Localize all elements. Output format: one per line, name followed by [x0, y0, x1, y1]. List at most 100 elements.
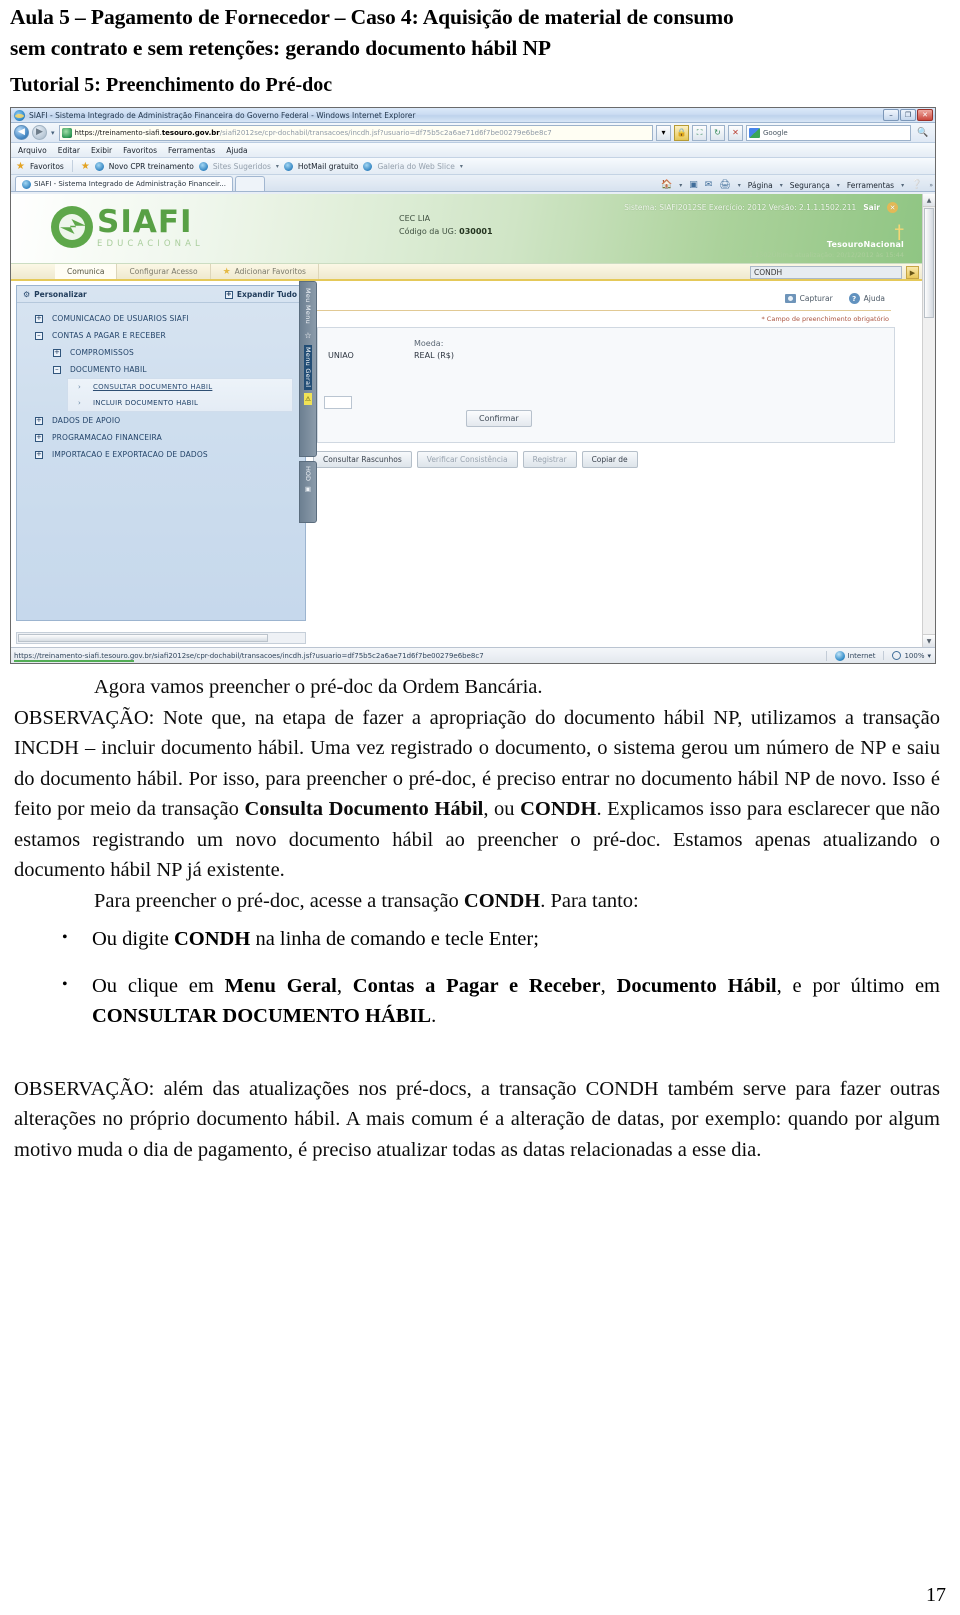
close-button[interactable]: ✕: [917, 109, 933, 121]
expandir-tudo-action[interactable]: + Expandir Tudo: [224, 290, 297, 299]
tree-item-incluir-documento-habil[interactable]: › INCLUIR DOCUMENTO HABIL: [68, 395, 292, 411]
history-dropdown-icon[interactable]: ▾: [50, 129, 56, 137]
menu-exibir[interactable]: Exibir: [91, 146, 112, 155]
favorites-label[interactable]: Favoritos: [30, 162, 64, 171]
rail-tab-hod[interactable]: HOD: [304, 466, 312, 481]
small-input[interactable]: [324, 396, 352, 409]
favorites-star-icon[interactable]: ★: [16, 161, 25, 172]
tab-adicionar-favoritos[interactable]: ★ Adicionar Favoritos: [211, 264, 319, 279]
chevron-down-icon[interactable]: ▾: [738, 182, 741, 189]
chevron-down-icon[interactable]: ▾: [837, 182, 840, 189]
cmd-seguranca[interactable]: Segurança: [790, 181, 830, 190]
restore-button[interactable]: ❐: [900, 109, 916, 121]
expander-icon[interactable]: +: [53, 348, 61, 357]
tree-node-contas-a-pagar[interactable]: – CONTAS A PAGAR E RECEBER: [17, 327, 305, 344]
chevron-down-icon[interactable]: ▾: [276, 163, 279, 170]
expander-icon[interactable]: +: [35, 433, 43, 442]
tree-item-label: CONSULTAR DOCUMENTO HABIL: [92, 383, 213, 391]
command-line-input[interactable]: CONDH: [750, 266, 902, 279]
chevron-down-icon[interactable]: ▾: [927, 652, 931, 660]
chevron-down-icon[interactable]: ▾: [780, 182, 783, 189]
siafi-logo-icon: [51, 206, 93, 248]
refresh-icon[interactable]: ↻: [710, 124, 725, 141]
page-vertical-scrollbar[interactable]: ▲ ▼: [922, 194, 935, 647]
menu-editar[interactable]: Editar: [58, 146, 80, 155]
search-icon[interactable]: 🔍: [914, 125, 932, 141]
search-input[interactable]: Google: [746, 124, 911, 141]
menu-arquivo[interactable]: Arquivo: [18, 146, 47, 155]
stop-icon[interactable]: ✕: [728, 124, 743, 141]
command-line-go-button[interactable]: ▶: [906, 266, 919, 279]
print-icon[interactable]: 🖨: [719, 180, 730, 190]
page-title-line2: sem contrato e sem retenções: gerando do…: [10, 36, 551, 60]
expandir-tudo-label: Expandir Tudo: [236, 290, 297, 299]
expander-icon[interactable]: +: [35, 314, 43, 323]
tree-node-documento-habil[interactable]: – DOCUMENTO HABIL: [17, 361, 305, 378]
feeds-icon[interactable]: ▣: [689, 180, 698, 190]
chevron-down-icon[interactable]: ▾: [901, 182, 904, 189]
consultar-rascunhos-button[interactable]: Consultar Rascunhos: [313, 451, 412, 468]
tree-item-consultar-documento-habil[interactable]: › CONSULTAR DOCUMENTO HABIL: [68, 379, 292, 395]
menu-ajuda[interactable]: Ajuda: [226, 146, 247, 155]
registrar-button[interactable]: Registrar: [522, 451, 577, 468]
expander-icon[interactable]: +: [35, 450, 43, 459]
scrollbar-thumb[interactable]: [18, 634, 268, 642]
forward-button[interactable]: ▶: [32, 125, 47, 140]
progress-bar: [14, 660, 134, 662]
new-tab-button[interactable]: [234, 176, 265, 191]
ajuda-link[interactable]: ? Ajuda: [848, 293, 885, 304]
warning-icon[interactable]: ⚠: [304, 392, 312, 406]
b2-part-a: Ou clique em: [92, 974, 225, 997]
tree-node-comunicacao[interactable]: + COMUNICACAO DE USUARIOS SIAFI: [17, 310, 305, 327]
scroll-up-icon[interactable]: ▲: [923, 194, 935, 207]
chevron-down-icon[interactable]: ▾: [679, 182, 682, 189]
tree-node-dados-de-apoio[interactable]: + DADOS DE APOIO: [17, 412, 305, 429]
menu-ferramentas[interactable]: Ferramentas: [168, 146, 215, 155]
personalizar-action[interactable]: ⚙ Personalizar: [23, 290, 87, 299]
logout-icon[interactable]: ✕: [887, 202, 898, 213]
menu-favoritos[interactable]: Favoritos: [123, 146, 157, 155]
confirmar-button[interactable]: Confirmar: [466, 410, 532, 427]
tree-node-label: DADOS DE APOIO: [52, 416, 121, 425]
tab-siafi[interactable]: SIAFI - Sistema Integrado de Administraç…: [15, 176, 233, 191]
copiar-de-button[interactable]: Copiar de: [581, 451, 638, 468]
compatibility-view-icon[interactable]: ⛶: [692, 124, 707, 141]
chevron-down-icon[interactable]: ▾: [460, 163, 463, 170]
back-button[interactable]: ◀: [14, 125, 29, 140]
add-favorite-icon[interactable]: ★: [81, 161, 90, 172]
capturar-link[interactable]: Capturar: [784, 294, 833, 303]
tree-node-compromissos[interactable]: + COMPROMISSOS: [17, 344, 305, 361]
address-input[interactable]: https://treinamento-siafi. tesouro.gov.br…: [58, 124, 653, 141]
home-icon[interactable]: 🏠: [661, 180, 672, 190]
logout-link[interactable]: Sair: [863, 203, 880, 212]
favorite-item-web-slice[interactable]: Galeria do Web Slice: [377, 162, 454, 171]
rail-tab-meu-menu[interactable]: Meu Menu: [304, 286, 312, 326]
verificar-consistencia-button[interactable]: Verificar Consistência: [416, 451, 518, 468]
mail-icon[interactable]: ✉: [705, 180, 713, 190]
cmd-pagina[interactable]: Página: [748, 181, 773, 190]
favorite-item-sites-sugeridos[interactable]: Sites Sugeridos: [213, 162, 271, 171]
favorite-item-novo-cpr[interactable]: Novo CPR treinamento: [109, 162, 194, 171]
tab-configurar-acesso[interactable]: Configurar Acesso: [117, 264, 211, 279]
chevron-right-icon[interactable]: »: [929, 182, 933, 189]
rail-tab-menu-geral[interactable]: Menu Geral: [304, 345, 312, 390]
star-icon[interactable]: ☆: [304, 329, 313, 342]
scroll-down-icon[interactable]: ▼: [923, 634, 935, 647]
help-icon[interactable]: ❔: [911, 180, 922, 190]
search-engine-label: Google: [763, 128, 788, 137]
address-dropdown-icon[interactable]: ▾: [656, 124, 671, 141]
expander-icon[interactable]: +: [35, 416, 43, 425]
minimize-button[interactable]: –: [883, 109, 899, 121]
expander-icon[interactable]: –: [53, 365, 61, 374]
monitor-icon[interactable]: ▣: [304, 485, 312, 493]
b2-bold-menu-geral: Menu Geral: [224, 974, 337, 997]
scrollbar-thumb[interactable]: [924, 208, 934, 318]
favorite-item-hotmail[interactable]: HotMail gratuito: [298, 162, 359, 171]
expander-icon[interactable]: –: [35, 331, 43, 340]
zoom-control[interactable]: 100% ▾: [883, 651, 935, 660]
tree-node-importacao-exportacao[interactable]: + IMPORTACAO E EXPORTACAO DE DADOS: [17, 446, 305, 463]
tab-comunica[interactable]: Comunica: [55, 264, 118, 279]
cmd-ferramentas[interactable]: Ferramentas: [847, 181, 894, 190]
tree-node-programacao-financeira[interactable]: + PROGRAMACAO FINANCEIRA: [17, 429, 305, 446]
tree-horizontal-scrollbar[interactable]: [16, 632, 306, 644]
